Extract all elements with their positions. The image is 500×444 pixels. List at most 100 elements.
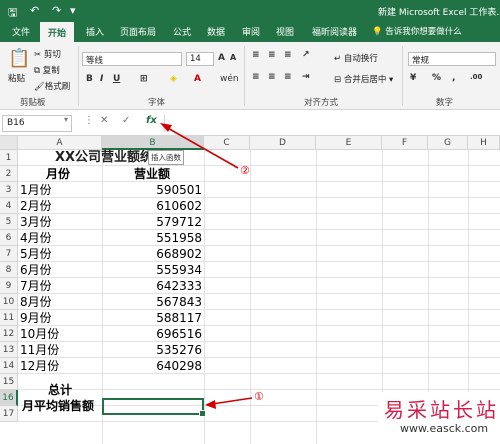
comma-icon[interactable]: ,	[452, 73, 455, 83]
selected-cell-b16[interactable]	[102, 398, 206, 417]
total-label-cell[interactable]: 总计	[48, 382, 72, 398]
row-header[interactable]: 8	[0, 262, 18, 278]
revenue-cell[interactable]: 551958	[104, 230, 202, 246]
row-header[interactable]: 4	[0, 198, 18, 214]
tab-foxit-reader[interactable]: 福昕阅读器	[312, 25, 357, 38]
align-bottom-icon[interactable]: ≡	[284, 50, 292, 60]
tab-home[interactable]: 开始	[40, 22, 75, 42]
row-header[interactable]: 14	[0, 358, 18, 374]
row-header[interactable]: 9	[0, 278, 18, 294]
select-all-corner[interactable]	[0, 136, 18, 150]
row-header[interactable]: 10	[0, 294, 18, 310]
month-cell[interactable]: 4月份	[20, 230, 52, 246]
column-header-e[interactable]: E	[316, 136, 382, 150]
undo-icon[interactable]: ↶	[30, 4, 39, 17]
month-cell[interactable]: 11月份	[20, 342, 59, 358]
align-left-icon[interactable]: ≡	[252, 72, 260, 82]
revenue-cell[interactable]: 642333	[104, 278, 202, 294]
phonetic-icon[interactable]: wén	[220, 74, 239, 84]
align-middle-icon[interactable]: ≡	[268, 50, 276, 60]
revenue-cell[interactable]: 590501	[104, 182, 202, 198]
revenue-cell[interactable]: 588117	[104, 310, 202, 326]
row-header[interactable]: 5	[0, 214, 18, 230]
orientation-icon[interactable]: ↗	[302, 50, 310, 60]
formula-input[interactable]	[164, 115, 498, 132]
tell-me-search[interactable]: 💡 告诉我你想要做什么	[372, 25, 462, 37]
month-cell[interactable]: 9月份	[20, 310, 52, 326]
paste-icon[interactable]: 📋	[8, 48, 30, 69]
cancel-icon[interactable]: ✕	[100, 115, 108, 126]
tab-file[interactable]: 文件	[12, 25, 30, 38]
name-box[interactable]: B16	[2, 115, 72, 132]
month-cell[interactable]: 12月份	[20, 358, 59, 374]
revenue-cell[interactable]: 696516	[104, 326, 202, 342]
row-header[interactable]: 11	[0, 310, 18, 326]
column-header-h[interactable]: H	[468, 136, 500, 150]
month-cell[interactable]: 2月份	[20, 198, 52, 214]
tab-review[interactable]: 审阅	[242, 25, 260, 38]
column-header-a[interactable]: A	[18, 136, 102, 150]
enter-icon[interactable]: ✓	[122, 115, 130, 126]
month-cell[interactable]: 7月份	[20, 278, 52, 294]
month-cell[interactable]: 8月份	[20, 294, 52, 310]
avg-label-cell[interactable]: 月平均销售额	[22, 398, 94, 414]
name-box-dropdown-icon[interactable]: ▾	[64, 115, 68, 124]
month-cell[interactable]: 1月份	[20, 182, 52, 198]
paste-button[interactable]: 粘贴	[8, 72, 25, 84]
row-header[interactable]: 7	[0, 246, 18, 262]
row-header[interactable]: 17	[0, 406, 18, 422]
revenue-cell[interactable]: 535276	[104, 342, 202, 358]
redo-icon[interactable]: ↷	[52, 4, 61, 17]
revenue-cell[interactable]: 579712	[104, 214, 202, 230]
revenue-cell[interactable]: 555934	[104, 262, 202, 278]
border-icon[interactable]: ⊞	[140, 74, 148, 84]
column-header-g[interactable]: G	[428, 136, 468, 150]
font-color-icon[interactable]: A	[194, 74, 201, 84]
underline-icon[interactable]: U	[113, 74, 120, 84]
insert-function-icon[interactable]: fx	[146, 115, 157, 126]
align-center-icon[interactable]: ≡	[268, 72, 276, 82]
month-cell[interactable]: 5月份	[20, 246, 52, 262]
font-size-select[interactable]: 14	[186, 52, 214, 66]
merge-center-button[interactable]: ⊟ 合并后居中 ▾	[334, 73, 393, 85]
column-header-d[interactable]: D	[250, 136, 316, 150]
row-header[interactable]: 13	[0, 342, 18, 358]
row-header[interactable]: 15	[0, 374, 18, 390]
align-top-icon[interactable]: ≡	[252, 50, 260, 60]
format-painter-button[interactable]: 🖌格式刷	[34, 80, 70, 92]
fill-color-icon[interactable]: ◈	[170, 74, 177, 84]
row-header[interactable]: 1	[0, 150, 18, 166]
tab-formulas[interactable]: 公式	[173, 25, 191, 38]
revenue-cell[interactable]: 610602	[104, 198, 202, 214]
row-header[interactable]: 16	[0, 390, 18, 406]
tab-insert[interactable]: 插入	[86, 25, 104, 38]
header-revenue-cell[interactable]: 营业额	[134, 166, 170, 182]
currency-icon[interactable]: ¥	[410, 73, 416, 83]
copy-button[interactable]: ⧉ 复制	[34, 64, 60, 76]
percent-icon[interactable]: %	[432, 73, 441, 83]
revenue-cell[interactable]: 668902	[104, 246, 202, 262]
indent-icon[interactable]: ⇥	[302, 72, 310, 82]
month-cell[interactable]: 6月份	[20, 262, 52, 278]
column-header-b[interactable]: B	[102, 136, 204, 150]
cut-button[interactable]: ✂ 剪切	[34, 48, 61, 60]
save-icon[interactable]: 🖫	[8, 4, 17, 23]
font-name-select[interactable]: 等线	[82, 52, 182, 66]
align-right-icon[interactable]: ≡	[284, 72, 292, 82]
wrap-text-button[interactable]: ↵ 自动换行	[334, 52, 378, 64]
month-cell[interactable]: 3月份	[20, 214, 52, 230]
shrink-font-icon[interactable]: A	[230, 53, 236, 62]
row-header[interactable]: 6	[0, 230, 18, 246]
quick-access-dropdown-icon[interactable]: ▾	[70, 4, 76, 17]
revenue-cell[interactable]: 640298	[104, 358, 202, 374]
month-cell[interactable]: 10月份	[20, 326, 59, 342]
column-header-c[interactable]: C	[204, 136, 250, 150]
row-header[interactable]: 2	[0, 166, 18, 182]
revenue-cell[interactable]: 567843	[104, 294, 202, 310]
row-header[interactable]: 3	[0, 182, 18, 198]
increase-decimal-icon[interactable]: .00	[470, 73, 482, 81]
tab-view[interactable]: 视图	[276, 25, 294, 38]
bold-icon[interactable]: B	[86, 74, 93, 84]
row-header[interactable]: 12	[0, 326, 18, 342]
tab-page-layout[interactable]: 页面布局	[120, 25, 156, 38]
